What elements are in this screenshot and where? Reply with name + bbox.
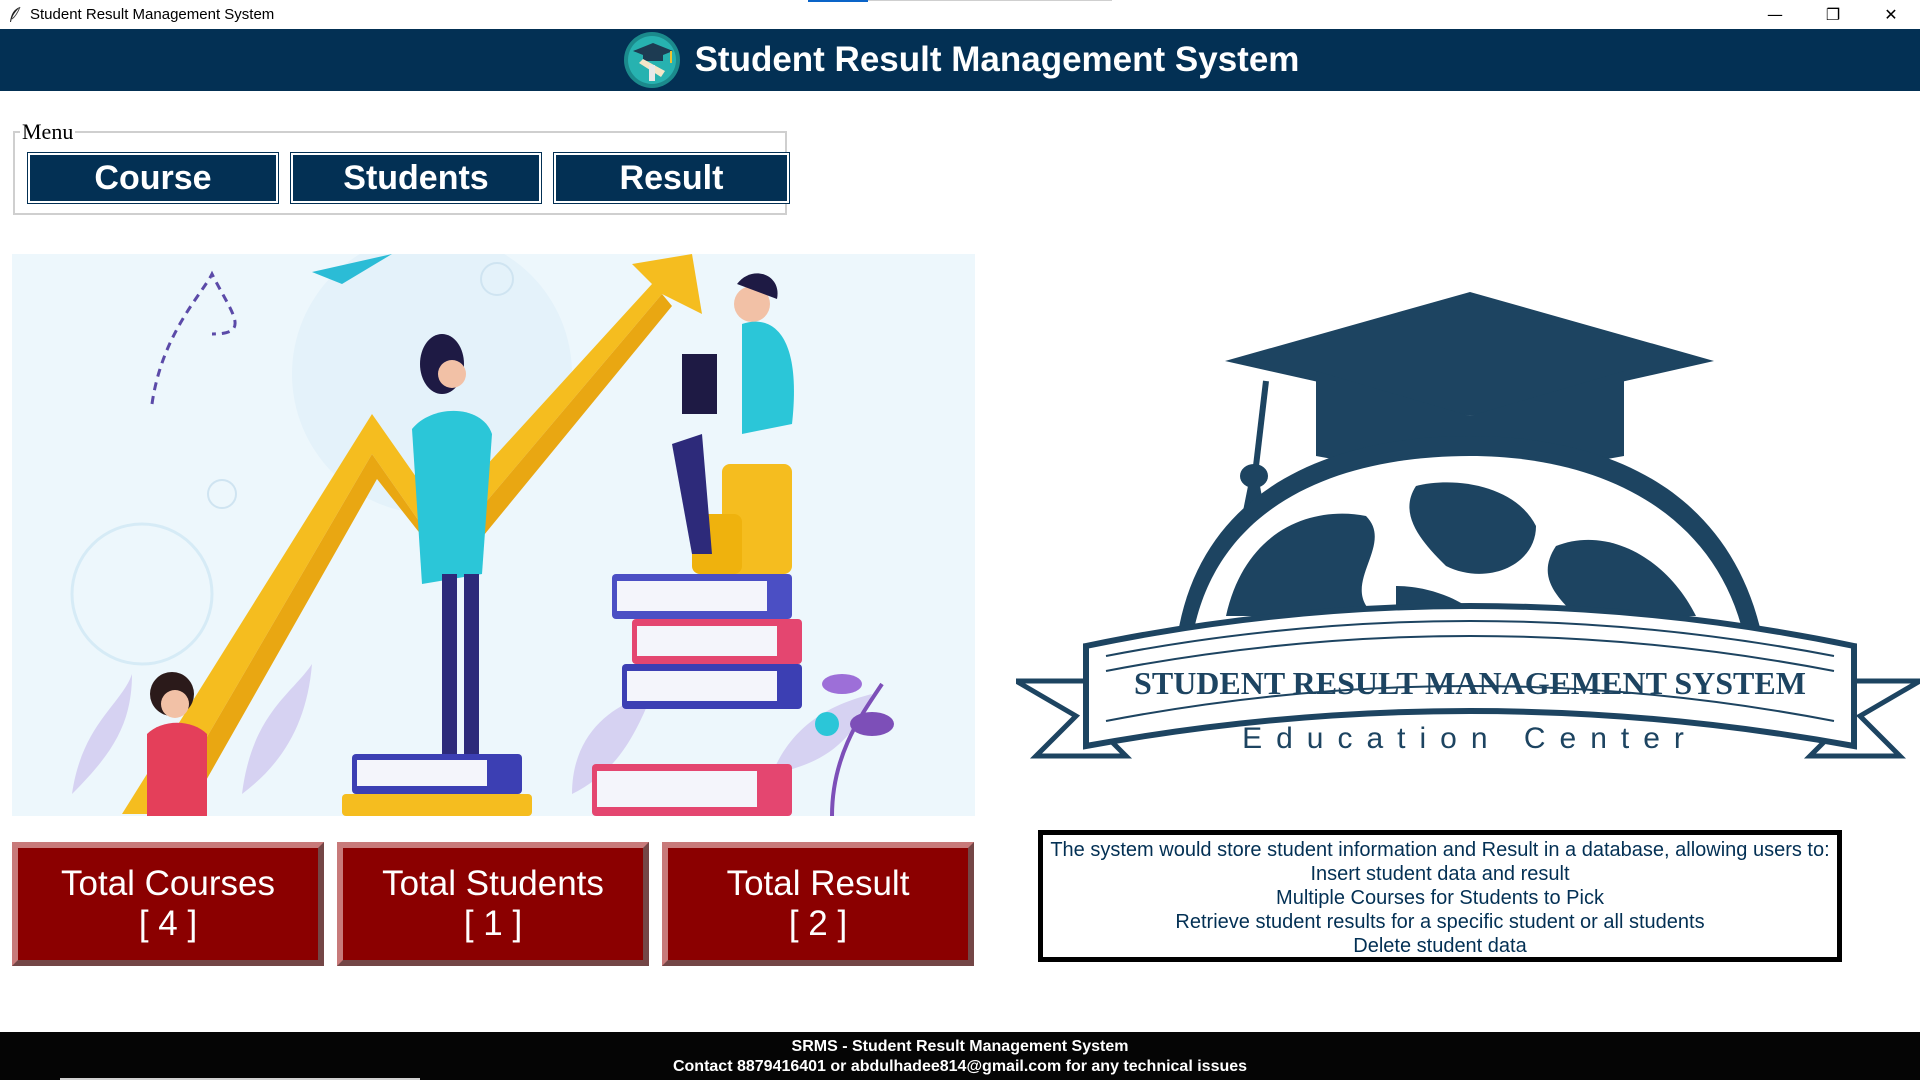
stat-value: [ 2 ] (788, 904, 848, 943)
info-line: Insert student data and result (1310, 863, 1570, 885)
illustration-art (70, 254, 894, 816)
info-line: Delete student data (1353, 935, 1527, 957)
info-line: Retrieve student results for a specific … (1175, 911, 1705, 933)
feather-icon (10, 6, 21, 22)
stat-label: Total Students (382, 864, 604, 903)
course-button[interactable]: Course (27, 152, 279, 204)
education-center-logo: STUDENT RESULT MANAGEMENT SYSTEM Educati… (1006, 286, 1920, 786)
logo-subtitle: Education Center (1242, 722, 1698, 755)
total-students-card[interactable]: Total Students [ 1 ] (337, 842, 649, 966)
stat-label: Total Result (726, 864, 910, 903)
window-titlebar: Student Result Management System — ❐ ✕ (0, 0, 1920, 29)
stat-value: [ 4 ] (138, 904, 198, 943)
logo-banner-text: STUDENT RESULT MANAGEMENT SYSTEM (1134, 665, 1806, 701)
header-title: Student Result Management System (694, 40, 1300, 79)
menu-frame: Menu Course Students Result (13, 119, 790, 215)
info-line: Multiple Courses for Students to Pick (1276, 887, 1604, 909)
total-result-card[interactable]: Total Result [ 2 ] (662, 842, 974, 966)
result-button[interactable]: Result (553, 152, 790, 204)
stat-value: [ 1 ] (463, 904, 523, 943)
app-header: Student Result Management System (0, 29, 1920, 91)
menu-legend: Menu (20, 119, 76, 145)
minimize-button[interactable]: — (1746, 0, 1804, 29)
window-controls: — ❐ ✕ (1746, 0, 1920, 29)
students-button[interactable]: Students (290, 152, 542, 204)
maximize-button[interactable]: ❐ (1804, 0, 1862, 29)
total-courses-card[interactable]: Total Courses [ 4 ] (12, 842, 324, 966)
titlebar-accent (808, 0, 868, 2)
system-description: The system would store student informati… (1038, 830, 1842, 962)
footer-title: SRMS - Student Result Management System (791, 1038, 1129, 1055)
app-footer: SRMS - Student Result Management System … (0, 1032, 1920, 1080)
graduation-logo-icon (623, 32, 680, 88)
stat-label: Total Courses (61, 864, 275, 903)
growth-illustration (12, 254, 975, 816)
titlebar-accent-line (868, 0, 1112, 1)
info-line: The system would store student informati… (1050, 839, 1830, 861)
close-button[interactable]: ✕ (1862, 0, 1920, 29)
window-title: Student Result Management System (30, 6, 275, 23)
footer-contact: Contact 8879416401 or abdulhadee814@gmai… (672, 1058, 1248, 1075)
logo-art: STUDENT RESULT MANAGEMENT SYSTEM Educati… (1006, 292, 1920, 759)
